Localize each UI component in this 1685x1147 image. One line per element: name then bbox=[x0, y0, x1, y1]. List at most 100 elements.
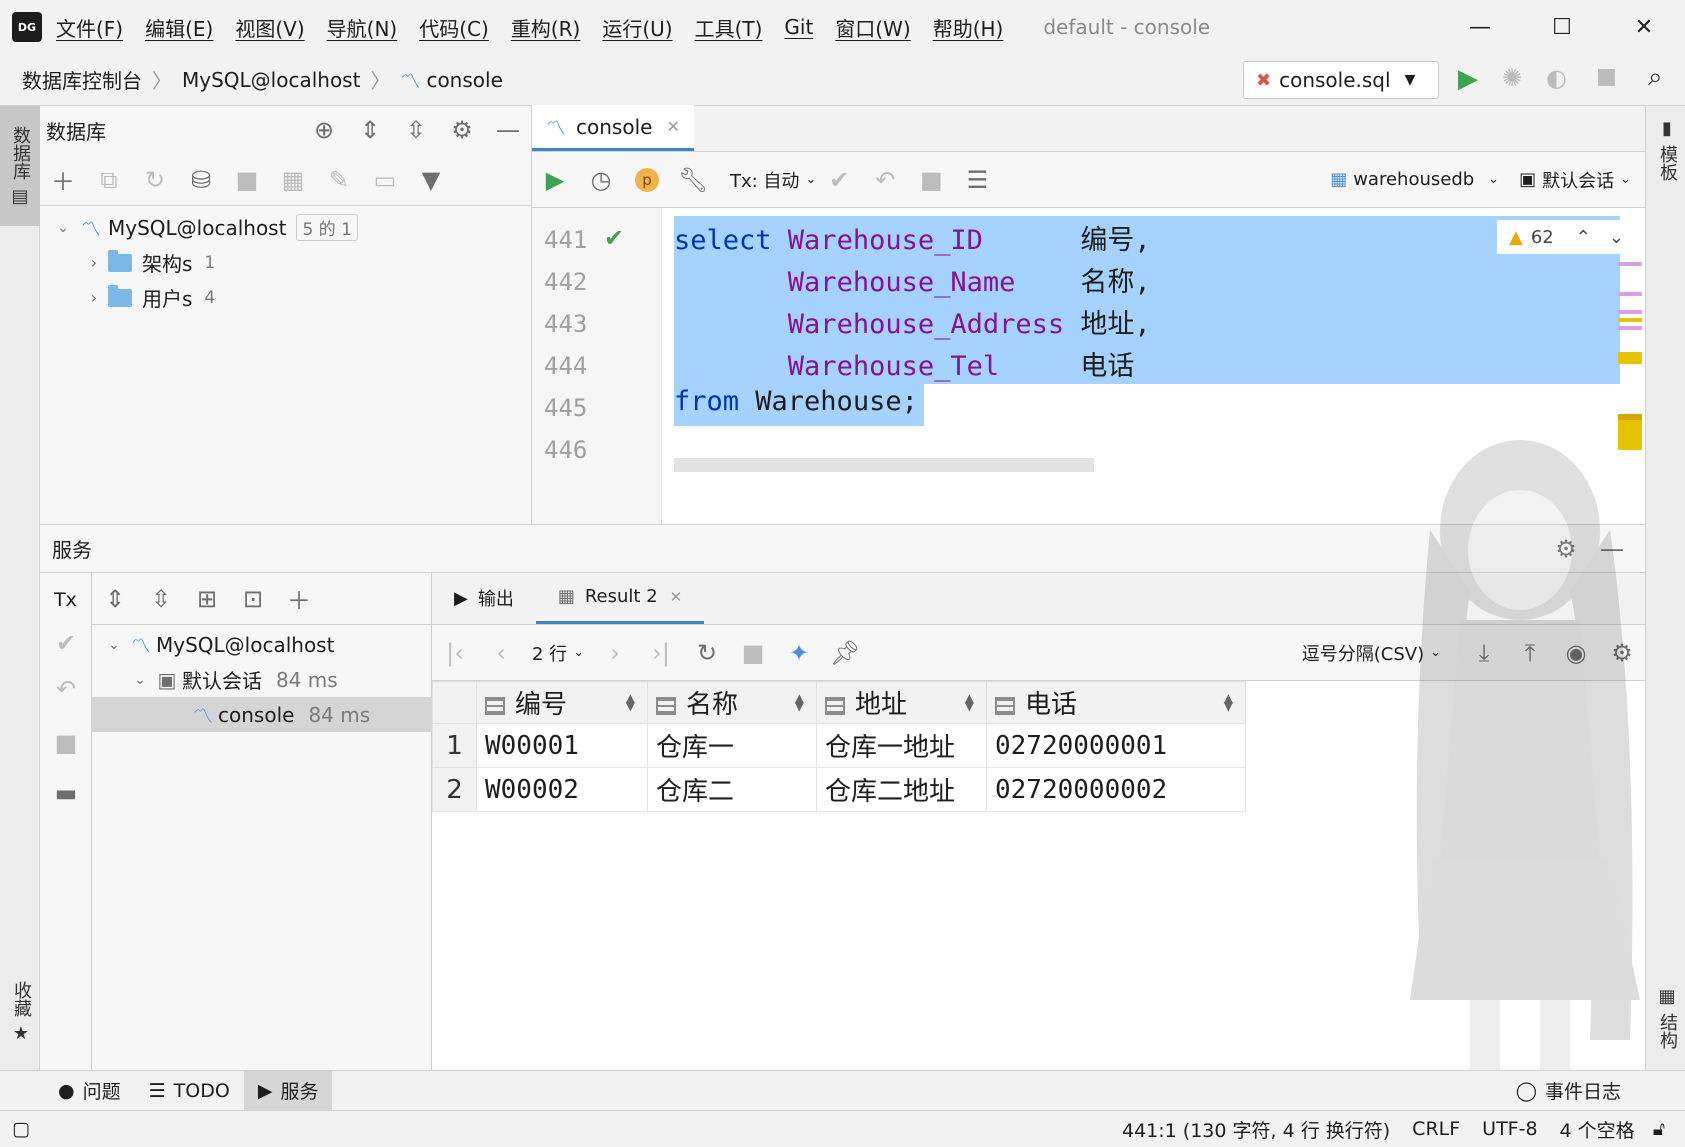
locate-icon[interactable]: ⊕ bbox=[301, 110, 347, 150]
debug-icon[interactable]: ✺ bbox=[1502, 64, 1522, 92]
query-console-icon[interactable]: ▭ bbox=[362, 160, 408, 200]
wrench-icon[interactable]: 🔧︎ bbox=[670, 160, 716, 200]
menu-git[interactable]: Git bbox=[784, 15, 813, 39]
menu-navigate[interactable]: 导航(N) bbox=[327, 13, 398, 42]
table-cell[interactable]: W00001 bbox=[476, 723, 648, 768]
tree-node-console[interactable]: 〽 console 84 ms bbox=[92, 697, 432, 732]
caret-position[interactable]: 441:1 (130 字符, 4 行 换行符) bbox=[1122, 1116, 1390, 1143]
code-area[interactable]: 441 ✔ 442 443 444 445 446 select Warehou… bbox=[532, 208, 1645, 524]
tab-result[interactable]: ▦ Result 2 ✕ bbox=[535, 572, 705, 624]
chevron-down-icon[interactable]: ⌄ bbox=[52, 220, 74, 236]
chevron-down-icon[interactable]: ⌄ bbox=[102, 637, 126, 653]
file-encoding[interactable]: UTF-8 bbox=[1482, 1118, 1537, 1140]
stop-icon[interactable]: ■ bbox=[730, 633, 776, 673]
next-page-icon[interactable]: › bbox=[592, 633, 638, 673]
session-selector[interactable]: ▣ 默认会话 ⌄ bbox=[1519, 167, 1631, 193]
database-tool-tab[interactable]: 数据库 ▤ bbox=[0, 106, 40, 226]
column-header[interactable]: 编号 ▲ ▼ bbox=[476, 681, 648, 724]
row-count-dropdown[interactable]: 2 行 ⌄ bbox=[532, 640, 584, 666]
structure-tool-tab[interactable]: ▦ 结构 bbox=[1654, 986, 1680, 1049]
tree-node-datasource[interactable]: ⌄ 〽 MySQL@localhost 5 的 1 bbox=[40, 210, 531, 245]
menu-tools[interactable]: 工具(T) bbox=[695, 13, 763, 42]
table-cell[interactable]: 02720000002 bbox=[986, 767, 1246, 812]
tab-services[interactable]: ▶ 服务 bbox=[243, 1070, 333, 1111]
close-icon[interactable]: ✕ bbox=[666, 117, 679, 136]
menu-edit[interactable]: 编辑(E) bbox=[145, 13, 213, 42]
column-header[interactable]: 电话 ▲ ▼ bbox=[986, 681, 1246, 724]
line-separator[interactable]: CRLF bbox=[1412, 1118, 1460, 1140]
table-cell[interactable]: 02720000001 bbox=[986, 723, 1246, 768]
tree-node-session[interactable]: ⌄ ▣ 默认会话 84 ms bbox=[92, 662, 432, 697]
stop-icon[interactable]: ■ bbox=[224, 160, 270, 200]
edit-icon[interactable]: ✎ bbox=[316, 160, 362, 200]
layout-icon[interactable]: ▬ bbox=[43, 773, 89, 813]
stop-icon[interactable]: ■ bbox=[1596, 64, 1617, 89]
add-icon[interactable]: ＋ bbox=[276, 579, 322, 619]
gear-icon[interactable]: ⚙ bbox=[439, 110, 485, 150]
table-cell[interactable]: 仓库一 bbox=[647, 723, 817, 768]
expand-all-icon[interactable]: ⇕ bbox=[92, 579, 138, 619]
lock-icon[interactable]: 🔓︎ bbox=[1653, 1118, 1665, 1140]
favorites-tool-tab[interactable]: 收藏 ★ bbox=[8, 981, 34, 1044]
close-window-button[interactable]: ✕ bbox=[1603, 0, 1685, 54]
tree-node-schemas[interactable]: › 架构s 1 bbox=[40, 245, 531, 280]
panel-toggle-icon[interactable]: ▢ bbox=[12, 1118, 30, 1140]
search-icon[interactable]: ⌕ bbox=[1648, 62, 1663, 93]
stop-icon[interactable]: ■ bbox=[43, 723, 89, 763]
group-icon[interactable]: ⊞ bbox=[184, 579, 230, 619]
tab-todo[interactable]: ☰ TODO bbox=[135, 1071, 244, 1111]
horizontal-scrollbar[interactable] bbox=[674, 458, 1094, 472]
first-page-icon[interactable]: |‹ bbox=[432, 633, 478, 673]
chevron-down-icon[interactable]: ⌄ bbox=[128, 672, 152, 688]
collapse-all-icon[interactable]: ⇳ bbox=[393, 110, 439, 150]
refresh-icon[interactable]: ↻ bbox=[132, 160, 178, 200]
menu-window[interactable]: 窗口(W) bbox=[835, 13, 910, 42]
breadcrumb-item[interactable]: 〽 console bbox=[400, 65, 502, 94]
sort-icon[interactable]: ▲ ▼ bbox=[1224, 692, 1233, 712]
parameters-icon[interactable]: p bbox=[624, 160, 670, 200]
gear-icon[interactable]: ⚙ bbox=[1599, 633, 1645, 673]
copy-icon[interactable]: ⧉ bbox=[86, 160, 132, 200]
rollback-icon[interactable]: ↶ bbox=[43, 669, 89, 709]
expand-all-icon[interactable]: ⇕ bbox=[347, 110, 393, 150]
hide-icon[interactable]: — bbox=[485, 110, 531, 150]
previous-page-icon[interactable]: ‹ bbox=[478, 633, 524, 673]
download-icon[interactable]: ⤓ bbox=[1461, 633, 1507, 673]
table-cell[interactable]: 仓库一地址 bbox=[816, 723, 987, 768]
pin-icon[interactable]: 📌︎ bbox=[822, 633, 868, 673]
transaction-mode-dropdown[interactable]: Tx: 自动 ⌄ bbox=[730, 167, 816, 193]
breadcrumb-item[interactable]: 数据库控制台 bbox=[22, 65, 142, 94]
indent-setting[interactable]: 4 个空格 bbox=[1560, 1116, 1635, 1143]
table-row[interactable]: 2 W00002 仓库二 仓库二地址 02720000002 bbox=[432, 767, 1246, 812]
schema-tool-tab[interactable]: ▮ 模板 bbox=[1654, 118, 1680, 181]
execute-icon[interactable]: ▶ bbox=[532, 160, 578, 200]
minimize-button[interactable]: — bbox=[1439, 0, 1521, 54]
output-layout-icon[interactable]: ☰ bbox=[954, 160, 1000, 200]
rollback-icon[interactable]: ↶ bbox=[862, 160, 908, 200]
commit-icon[interactable]: ✔ bbox=[816, 160, 862, 200]
menu-refactor[interactable]: 重构(R) bbox=[511, 13, 581, 42]
new-tab-icon[interactable]: ⊡ bbox=[230, 579, 276, 619]
menu-view[interactable]: 视图(V) bbox=[235, 13, 304, 42]
table-icon[interactable]: ▦ bbox=[270, 160, 316, 200]
table-cell[interactable]: 仓库二地址 bbox=[816, 767, 987, 812]
filter-icon[interactable]: ▼ bbox=[408, 160, 454, 200]
chevron-right-icon[interactable]: › bbox=[80, 253, 108, 272]
run-icon[interactable]: ▶ bbox=[1458, 64, 1478, 94]
run-configuration-dropdown[interactable]: ✖ console.sql ▼ bbox=[1243, 61, 1439, 99]
tree-node-users[interactable]: › 用户s 4 bbox=[40, 280, 531, 315]
table-cell[interactable]: 仓库二 bbox=[647, 767, 817, 812]
eye-icon[interactable]: ◉ bbox=[1553, 633, 1599, 673]
tree-node-datasource[interactable]: ⌄ 〽 MySQL@localhost bbox=[92, 627, 432, 662]
tab-problems[interactable]: ● 问题 bbox=[44, 1071, 135, 1111]
upload-icon[interactable]: ⤒ bbox=[1507, 633, 1553, 673]
add-icon[interactable]: ＋ bbox=[40, 160, 86, 200]
breadcrumb-item[interactable]: MySQL@localhost bbox=[182, 68, 360, 92]
tab-output[interactable]: ▶ 输出 bbox=[432, 572, 536, 624]
history-icon[interactable]: ◷ bbox=[578, 160, 624, 200]
stop-icon[interactable]: ■ bbox=[908, 160, 954, 200]
reload-icon[interactable]: ↻ bbox=[684, 633, 730, 673]
chevron-right-icon[interactable]: › bbox=[80, 288, 108, 307]
hide-icon[interactable]: — bbox=[1589, 529, 1635, 569]
tab-event-log[interactable]: ◯ 事件日志 bbox=[1502, 1071, 1635, 1111]
